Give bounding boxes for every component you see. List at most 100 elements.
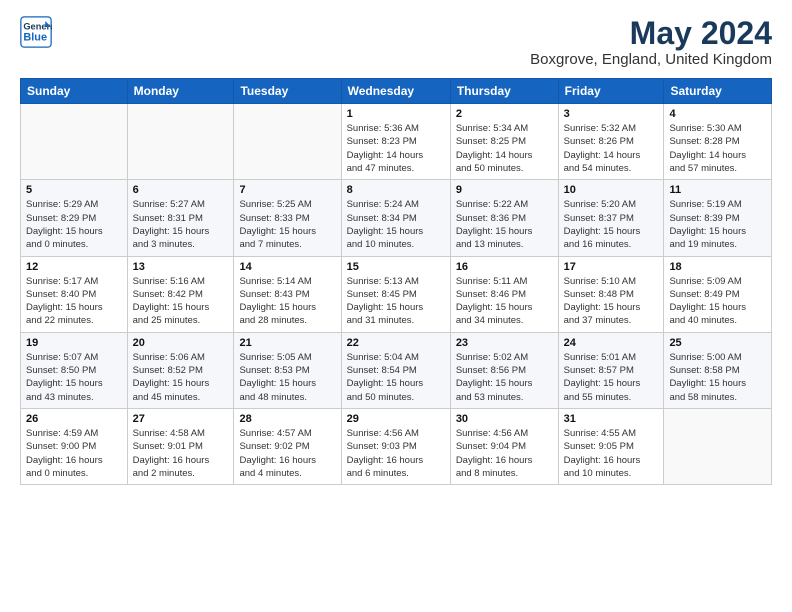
day-info: Sunrise: 5:01 AM Sunset: 8:57 PM Dayligh… — [564, 351, 659, 404]
calendar-cell — [664, 408, 772, 484]
weekday-header-wednesday: Wednesday — [341, 79, 450, 104]
calendar-cell: 6 Sunrise: 5:27 AM Sunset: 8:31 PM Daylig… — [127, 180, 234, 256]
weekday-header-friday: Friday — [558, 79, 664, 104]
day-info: Sunrise: 4:57 AM Sunset: 9:02 PM Dayligh… — [239, 427, 335, 480]
calendar-cell: 5 Sunrise: 5:29 AM Sunset: 8:29 PM Daylig… — [21, 180, 128, 256]
weekday-header-monday: Monday — [127, 79, 234, 104]
day-info: Sunrise: 5:17 AM Sunset: 8:40 PM Dayligh… — [26, 275, 122, 328]
day-info: Sunrise: 5:29 AM Sunset: 8:29 PM Dayligh… — [26, 198, 122, 251]
day-number: 19 — [26, 337, 122, 349]
calendar-cell: 19 Sunrise: 5:07 AM Sunset: 8:50 PM Dayli… — [21, 332, 128, 408]
calendar-cell: 2 Sunrise: 5:34 AM Sunset: 8:25 PM Daylig… — [450, 104, 558, 180]
day-info: Sunrise: 5:09 AM Sunset: 8:49 PM Dayligh… — [669, 275, 766, 328]
day-info: Sunrise: 5:30 AM Sunset: 8:28 PM Dayligh… — [669, 122, 766, 175]
day-info: Sunrise: 4:56 AM Sunset: 9:04 PM Dayligh… — [456, 427, 553, 480]
day-number: 6 — [133, 184, 229, 196]
day-info: Sunrise: 5:05 AM Sunset: 8:53 PM Dayligh… — [239, 351, 335, 404]
calendar-cell: 7 Sunrise: 5:25 AM Sunset: 8:33 PM Daylig… — [234, 180, 341, 256]
weekday-header-sunday: Sunday — [21, 79, 128, 104]
calendar-cell: 25 Sunrise: 5:00 AM Sunset: 8:58 PM Dayli… — [664, 332, 772, 408]
day-number: 14 — [239, 261, 335, 273]
day-number: 17 — [564, 261, 659, 273]
calendar-week-row: 19 Sunrise: 5:07 AM Sunset: 8:50 PM Dayli… — [21, 332, 772, 408]
day-number: 29 — [347, 413, 445, 425]
day-info: Sunrise: 5:06 AM Sunset: 8:52 PM Dayligh… — [133, 351, 229, 404]
day-info: Sunrise: 4:56 AM Sunset: 9:03 PM Dayligh… — [347, 427, 445, 480]
day-number: 18 — [669, 261, 766, 273]
weekday-header-row: SundayMondayTuesdayWednesdayThursdayFrid… — [21, 79, 772, 104]
day-number: 8 — [347, 184, 445, 196]
calendar-cell: 28 Sunrise: 4:57 AM Sunset: 9:02 PM Dayli… — [234, 408, 341, 484]
weekday-header-thursday: Thursday — [450, 79, 558, 104]
day-info: Sunrise: 5:25 AM Sunset: 8:33 PM Dayligh… — [239, 198, 335, 251]
calendar-cell: 27 Sunrise: 4:58 AM Sunset: 9:01 PM Dayli… — [127, 408, 234, 484]
day-number: 13 — [133, 261, 229, 273]
day-number: 27 — [133, 413, 229, 425]
logo-icon: General Blue — [20, 16, 52, 48]
logo: General Blue — [20, 16, 52, 48]
day-number: 16 — [456, 261, 553, 273]
calendar-cell: 14Sunrise: 5:14 AM Sunset: 8:43 PM Dayli… — [234, 256, 341, 332]
day-info: Sunrise: 5:22 AM Sunset: 8:36 PM Dayligh… — [456, 198, 553, 251]
calendar-cell: 1Sunrise: 5:36 AM Sunset: 8:23 PM Daylig… — [341, 104, 450, 180]
day-number: 2 — [456, 108, 553, 120]
day-number: 7 — [239, 184, 335, 196]
day-info: Sunrise: 5:07 AM Sunset: 8:50 PM Dayligh… — [26, 351, 122, 404]
day-info: Sunrise: 4:59 AM Sunset: 9:00 PM Dayligh… — [26, 427, 122, 480]
calendar-cell: 13 Sunrise: 5:16 AM Sunset: 8:42 PM Dayli… — [127, 256, 234, 332]
day-number: 10 — [564, 184, 659, 196]
day-info: Sunrise: 5:10 AM Sunset: 8:48 PM Dayligh… — [564, 275, 659, 328]
day-info: Sunrise: 5:34 AM Sunset: 8:25 PM Dayligh… — [456, 122, 553, 175]
day-number: 9 — [456, 184, 553, 196]
day-info: Sunrise: 5:20 AM Sunset: 8:37 PM Dayligh… — [564, 198, 659, 251]
calendar-cell: 8 Sunrise: 5:24 AM Sunset: 8:34 PM Daylig… — [341, 180, 450, 256]
title-section: May 2024 Boxgrove, England, United Kingd… — [530, 16, 772, 68]
calendar-week-row: 26 Sunrise: 4:59 AM Sunset: 9:00 PM Dayli… — [21, 408, 772, 484]
calendar-cell — [127, 104, 234, 180]
location-subtitle: Boxgrove, England, United Kingdom — [530, 51, 772, 68]
calendar-week-row: 1Sunrise: 5:36 AM Sunset: 8:23 PM Daylig… — [21, 104, 772, 180]
weekday-header-tuesday: Tuesday — [234, 79, 341, 104]
day-number: 28 — [239, 413, 335, 425]
calendar-cell: 23Sunrise: 5:02 AM Sunset: 8:56 PM Dayli… — [450, 332, 558, 408]
calendar-cell: 12 Sunrise: 5:17 AM Sunset: 8:40 PM Dayli… — [21, 256, 128, 332]
day-number: 1 — [347, 108, 445, 120]
weekday-header-saturday: Saturday — [664, 79, 772, 104]
day-info: Sunrise: 4:55 AM Sunset: 9:05 PM Dayligh… — [564, 427, 659, 480]
day-number: 12 — [26, 261, 122, 273]
day-number: 5 — [26, 184, 122, 196]
day-info: Sunrise: 5:16 AM Sunset: 8:42 PM Dayligh… — [133, 275, 229, 328]
calendar-table: SundayMondayTuesdayWednesdayThursdayFrid… — [20, 78, 772, 485]
day-info: Sunrise: 5:27 AM Sunset: 8:31 PM Dayligh… — [133, 198, 229, 251]
calendar-cell: 26 Sunrise: 4:59 AM Sunset: 9:00 PM Dayli… — [21, 408, 128, 484]
day-number: 11 — [669, 184, 766, 196]
day-number: 22 — [347, 337, 445, 349]
day-number: 31 — [564, 413, 659, 425]
header: General Blue May 2024 Boxgrove, England,… — [20, 16, 772, 68]
day-info: Sunrise: 5:19 AM Sunset: 8:39 PM Dayligh… — [669, 198, 766, 251]
calendar-cell: 4 Sunrise: 5:30 AM Sunset: 8:28 PM Daylig… — [664, 104, 772, 180]
day-number: 26 — [26, 413, 122, 425]
calendar-cell: 18 Sunrise: 5:09 AM Sunset: 8:49 PM Dayli… — [664, 256, 772, 332]
day-number: 4 — [669, 108, 766, 120]
day-info: Sunrise: 5:11 AM Sunset: 8:46 PM Dayligh… — [456, 275, 553, 328]
day-info: Sunrise: 5:02 AM Sunset: 8:56 PM Dayligh… — [456, 351, 553, 404]
day-number: 20 — [133, 337, 229, 349]
month-year-title: May 2024 — [530, 16, 772, 51]
day-info: Sunrise: 5:00 AM Sunset: 8:58 PM Dayligh… — [669, 351, 766, 404]
calendar-cell — [234, 104, 341, 180]
calendar-cell: 22 Sunrise: 5:04 AM Sunset: 8:54 PM Dayli… — [341, 332, 450, 408]
day-number: 25 — [669, 337, 766, 349]
calendar-cell: 30 Sunrise: 4:56 AM Sunset: 9:04 PM Dayli… — [450, 408, 558, 484]
calendar-cell — [21, 104, 128, 180]
calendar-cell: 11 Sunrise: 5:19 AM Sunset: 8:39 PM Dayli… — [664, 180, 772, 256]
day-number: 24 — [564, 337, 659, 349]
calendar-page: General Blue May 2024 Boxgrove, England,… — [0, 0, 792, 612]
calendar-cell: 3Sunrise: 5:32 AM Sunset: 8:26 PM Daylig… — [558, 104, 664, 180]
day-number: 21 — [239, 337, 335, 349]
day-info: Sunrise: 5:04 AM Sunset: 8:54 PM Dayligh… — [347, 351, 445, 404]
day-number: 30 — [456, 413, 553, 425]
svg-text:Blue: Blue — [23, 31, 47, 43]
day-info: Sunrise: 5:24 AM Sunset: 8:34 PM Dayligh… — [347, 198, 445, 251]
day-info: Sunrise: 4:58 AM Sunset: 9:01 PM Dayligh… — [133, 427, 229, 480]
